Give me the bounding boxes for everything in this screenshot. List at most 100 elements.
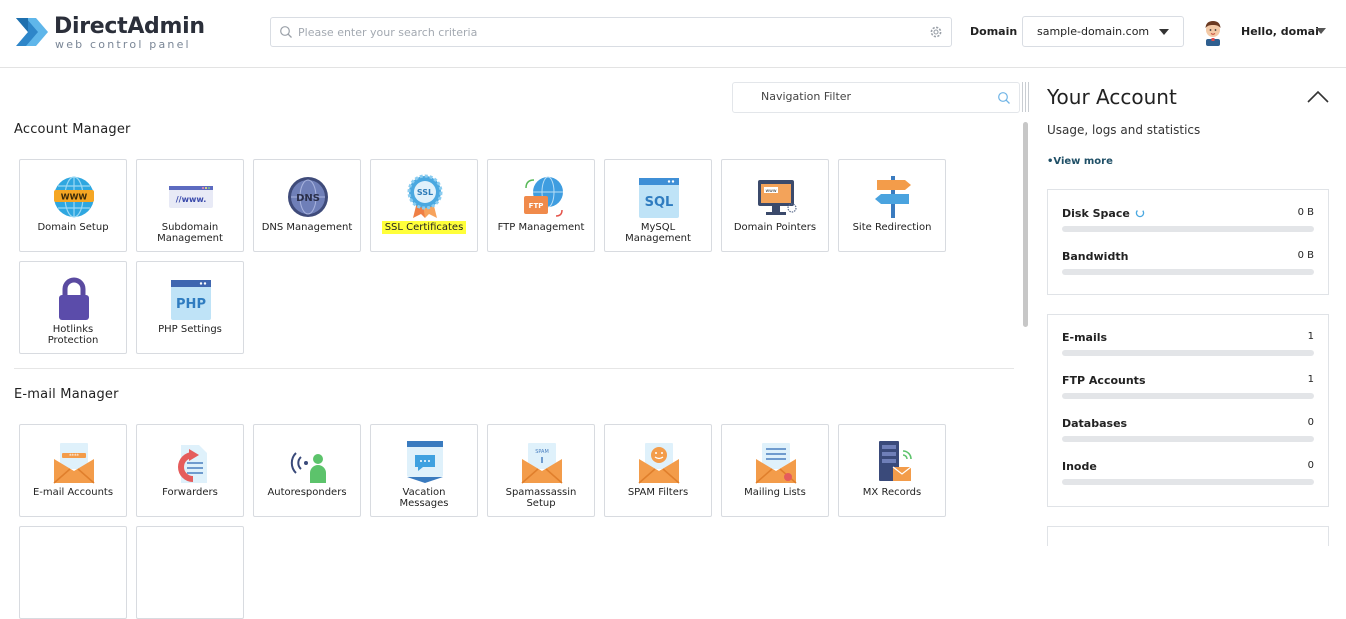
svg-text:****: **** xyxy=(69,454,80,460)
global-search[interactable] xyxy=(270,17,952,47)
directadmin-logo[interactable]: DirectAdmin web control panel xyxy=(14,12,214,54)
svg-text:PHP: PHP xyxy=(176,297,206,312)
tile-partial[interactable] xyxy=(19,526,127,619)
spam-filter-icon xyxy=(638,443,680,484)
tile-subdomain-management[interactable]: //www. Subdomain Management xyxy=(136,159,244,252)
tile-mailing-lists[interactable]: Mailing Lists xyxy=(721,424,829,517)
your-account-panel: Your Account Usage, logs and statistics … xyxy=(1032,68,1346,546)
stat-label: Bandwidth xyxy=(1062,250,1129,263)
navigation-filter[interactable] xyxy=(732,82,1020,113)
tile-forwarders[interactable]: Forwarders xyxy=(136,424,244,517)
tile-hotlinks-protection[interactable]: Hotlinks Protection xyxy=(19,261,127,354)
avatar[interactable] xyxy=(1200,18,1226,46)
tile-site-redirection[interactable]: Site Redirection xyxy=(838,159,946,252)
tile-ftp-management[interactable]: FTP FTP Management xyxy=(487,159,595,252)
stat-databases: Databases 0 xyxy=(1062,417,1314,447)
tile-mx-records[interactable]: MX Records xyxy=(838,424,946,517)
stat-value: 0 xyxy=(1307,460,1314,471)
loading-spinner-icon xyxy=(1135,208,1145,218)
mailing-list-icon xyxy=(755,443,797,484)
panel-subtitle: Usage, logs and statistics xyxy=(1047,123,1201,137)
search-input[interactable] xyxy=(298,22,918,42)
padlock-icon xyxy=(59,277,89,320)
stat-label: FTP Accounts xyxy=(1062,374,1146,387)
scrollbar[interactable] xyxy=(1023,122,1028,327)
tile-partial[interactable] xyxy=(136,526,244,619)
signpost-icon xyxy=(875,176,911,218)
chevron-up-icon[interactable] xyxy=(1306,90,1330,104)
user-menu-chevron-icon[interactable] xyxy=(1316,28,1326,34)
tile-label: Site Redirection xyxy=(852,222,932,233)
tile-label: Forwarders xyxy=(162,487,218,498)
stat-label: Disk Space xyxy=(1062,207,1145,220)
tile-spamassassin-setup[interactable]: SPAM Spamassassin Setup xyxy=(487,424,595,517)
stat-value: 0 B xyxy=(1297,207,1314,218)
tile-label: Subdomain Management xyxy=(157,222,223,244)
spam-envelope-icon: SPAM xyxy=(521,443,563,484)
stat-label: Databases xyxy=(1062,417,1128,430)
user-greeting[interactable]: Hello, domai xyxy=(1241,25,1319,38)
tile-vacation-messages[interactable]: Vacation Messages xyxy=(370,424,478,517)
section-divider xyxy=(14,368,1014,369)
stat-ftp-accounts: FTP Accounts 1 xyxy=(1062,374,1314,404)
stat-label: Inode xyxy=(1062,460,1097,473)
progress-bar xyxy=(1062,269,1314,275)
usage-stats-box: Disk Space 0 B Bandwidth 0 B xyxy=(1047,189,1329,295)
tile-label: Autoresponders xyxy=(267,487,347,498)
domain-label: Domain xyxy=(970,25,1018,38)
svg-text:FTP: FTP xyxy=(529,202,544,210)
ftp-globe-icon: FTP xyxy=(524,176,563,217)
pane-resize-handle[interactable] xyxy=(1021,82,1029,112)
tile-label: FTP Management xyxy=(497,222,585,233)
tile-label: Domain Setup xyxy=(37,222,109,233)
top-header: DirectAdmin web control panel Domain sam… xyxy=(0,0,1346,68)
subdomain-icon: //www. xyxy=(169,186,213,208)
tile-label: Spamassassin Setup xyxy=(505,487,577,509)
tile-dns-management[interactable]: DNS DNS Management xyxy=(253,159,361,252)
sql-window-icon: SQL xyxy=(639,178,679,218)
svg-text:SSL: SSL xyxy=(417,188,433,197)
gear-icon[interactable] xyxy=(929,25,943,39)
progress-bar xyxy=(1062,436,1314,442)
tile-label: SPAM Filters xyxy=(627,487,689,498)
tile-spam-filters[interactable]: SPAM Filters xyxy=(604,424,712,517)
progress-bar xyxy=(1062,479,1314,485)
tile-ssl-certificates[interactable]: SSL SSL Certificates xyxy=(370,159,478,252)
autoresponder-icon xyxy=(290,452,326,483)
tile-label: SSL Certificates xyxy=(371,221,477,234)
mx-records-icon xyxy=(879,441,912,481)
svg-text:DNS: DNS xyxy=(296,193,320,204)
domain-select-value: sample-domain.com xyxy=(1037,25,1150,38)
view-more-link[interactable]: •View more xyxy=(1047,156,1113,167)
tile-label: PHP Settings xyxy=(158,324,222,335)
tile-label: Domain Pointers xyxy=(733,222,817,233)
svg-text:WWW: WWW xyxy=(61,193,88,202)
tile-label: E-mail Accounts xyxy=(32,487,114,498)
stat-inode: Inode 0 xyxy=(1062,460,1314,490)
panel-title: Your Account xyxy=(1047,85,1177,109)
tile-autoresponders[interactable]: Autoresponders xyxy=(253,424,361,517)
www-globe-icon: WWW xyxy=(54,176,94,218)
tile-domain-setup[interactable]: WWW Domain Setup xyxy=(19,159,127,252)
tile-label: MX Records xyxy=(862,487,922,498)
domain-select[interactable]: sample-domain.com xyxy=(1022,16,1184,47)
logo-title: DirectAdmin xyxy=(54,14,205,39)
tile-domain-pointers[interactable]: www Domain Pointers xyxy=(721,159,829,252)
php-window-icon: PHP xyxy=(171,280,211,320)
dns-globe-icon: DNS xyxy=(288,177,328,217)
stats-box-partial xyxy=(1047,526,1329,546)
svg-text:www: www xyxy=(765,189,776,194)
email-accounts-icon: **** xyxy=(53,443,95,484)
search-icon xyxy=(998,92,1010,104)
forward-arrow-icon xyxy=(178,445,207,483)
svg-text:SPAM: SPAM xyxy=(535,449,549,455)
svg-text://www.: //www. xyxy=(176,195,207,204)
highlighted-label: SSL Certificates xyxy=(381,221,467,234)
count-stats-box: E-mails 1 FTP Accounts 1 Databases 0 Ino… xyxy=(1047,314,1329,507)
stat-emails: E-mails 1 xyxy=(1062,331,1314,361)
tile-email-accounts[interactable]: **** E-mail Accounts xyxy=(19,424,127,517)
tile-php-settings[interactable]: PHP PHP Settings xyxy=(136,261,244,354)
stat-value: 0 xyxy=(1307,417,1314,428)
tile-mysql-management[interactable]: SQL MySQL Management xyxy=(604,159,712,252)
navigation-filter-input[interactable] xyxy=(761,90,981,103)
